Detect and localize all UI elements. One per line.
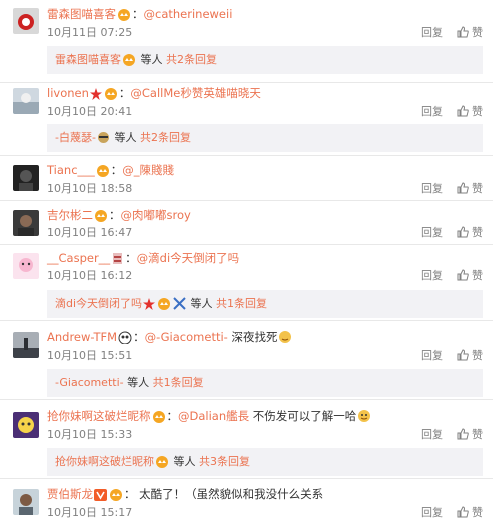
comment-time: 10月10日 20:41: [47, 105, 133, 118]
thumb-up-icon: [457, 428, 469, 444]
comment-time: 10月10日 18:58: [47, 182, 133, 195]
like-button[interactable]: 赞: [457, 105, 483, 118]
avatar[interactable]: [13, 210, 39, 236]
comment-time: 10月10日 15:33: [47, 428, 133, 441]
medal-badge-icon: [111, 252, 124, 269]
avatar[interactable]: [13, 88, 39, 114]
comment-time: 10月10日 15:51: [47, 349, 133, 362]
reply-button[interactable]: 回复: [421, 226, 443, 239]
comment-mention[interactable]: @Dalian艦長: [178, 409, 249, 423]
reply-button[interactable]: 回复: [421, 506, 443, 519]
reply-summary[interactable]: -Giacometti- 等人 共1条回复: [47, 369, 483, 397]
reply-button[interactable]: 回复: [421, 349, 443, 362]
comment-username[interactable]: 吉尔彬二: [47, 208, 93, 222]
divider: [0, 82, 493, 83]
vip-crown-icon: [117, 8, 131, 25]
comment-content: 太酷了！（虽然貌似和我没什么关系: [135, 487, 324, 501]
avatar[interactable]: [13, 412, 39, 438]
comment-time: 10月10日 15:17: [47, 506, 133, 519]
comment-username[interactable]: 雷森图喵喜客: [47, 7, 116, 21]
like-button[interactable]: 赞: [457, 428, 483, 441]
comment-username[interactable]: Andrew-TFM: [47, 330, 117, 344]
thumb-up-icon: [457, 226, 469, 242]
divider: [0, 200, 493, 201]
reply-button[interactable]: 回复: [421, 269, 443, 282]
comment-time: 10月11日 07:25: [47, 26, 133, 39]
comment-mention[interactable]: @-Giacometti-: [145, 330, 228, 344]
avatar[interactable]: [13, 332, 39, 358]
avatar[interactable]: [13, 489, 39, 515]
divider: [0, 399, 493, 400]
vip-crown-icon: [122, 49, 136, 77]
thumb-up-icon: [457, 269, 469, 285]
reply-summary[interactable]: 雷森图喵喜客 等人 共2条回复: [47, 46, 483, 74]
reply-summary[interactable]: -白蔑瑟- 等人 共2条回复: [47, 124, 483, 152]
thumb-up-icon: [457, 182, 469, 198]
comment-mention[interactable]: @_陳賤賤: [122, 163, 174, 177]
star-badge-icon: [89, 88, 102, 104]
comment-mention[interactable]: @CallMe秒赞英雄喵晓天: [130, 86, 260, 100]
divider: [0, 244, 493, 245]
reply-summary[interactable]: 滴di今天倒闭了吗 等人 共1条回复: [47, 290, 483, 318]
reply-button[interactable]: 回复: [421, 26, 443, 39]
like-button[interactable]: 赞: [457, 26, 483, 39]
vip-crown-icon: [104, 87, 118, 104]
comment-username[interactable]: 贾伯斯龙: [47, 487, 93, 501]
comment-mention[interactable]: @catherineweii: [144, 7, 233, 21]
like-button[interactable]: 赞: [457, 226, 483, 239]
vip-crown-icon: [94, 209, 108, 226]
comment-time: 10月10日 16:12: [47, 269, 133, 282]
comment-username[interactable]: 抢你妹啊这破烂昵称: [47, 409, 151, 423]
star-badge-icon: [143, 293, 156, 321]
comment-mention[interactable]: @滴di今天倒闭了吗: [137, 251, 240, 265]
vip-crown-icon: [109, 488, 123, 505]
divider: [0, 320, 493, 321]
like-button[interactable]: 赞: [457, 349, 483, 362]
vip-badge-icon: [94, 489, 107, 505]
vip-crown-icon: [152, 410, 166, 427]
comment-list: 雷森图喵喜客 ：@catherineweii 10月11日 07:25 回复赞 雷…: [0, 0, 493, 521]
vip-crown-icon: [155, 451, 169, 479]
comment-username[interactable]: __Casper__: [47, 251, 110, 265]
thumb-up-icon: [457, 506, 469, 522]
vip-crown-icon: [157, 293, 171, 321]
comment-time: 10月10日 16:47: [47, 226, 133, 239]
emoji-icon: [118, 331, 132, 348]
comment-content: 不伤发可以了解一哈: [249, 409, 357, 423]
avatar[interactable]: [13, 253, 39, 279]
emoji-icon: [97, 127, 110, 155]
reply-button[interactable]: 回复: [421, 428, 443, 441]
reply-button[interactable]: 回复: [421, 105, 443, 118]
reply-summary[interactable]: 抢你妹啊这破烂昵称 等人 共3条回复: [47, 448, 483, 476]
vip-crown-icon: [96, 164, 110, 181]
thumb-up-icon: [457, 349, 469, 365]
avatar[interactable]: [13, 8, 39, 34]
emoji-icon: [357, 409, 371, 427]
like-button[interactable]: 赞: [457, 269, 483, 282]
comment-username[interactable]: livonen: [47, 86, 89, 100]
thumb-up-icon: [457, 105, 469, 121]
emoji-icon: [278, 330, 292, 348]
divider: [0, 155, 493, 156]
divider: [0, 478, 493, 479]
emoji-icon: [173, 293, 186, 321]
thumb-up-icon: [457, 26, 469, 42]
comment-content: 深夜找死: [227, 330, 278, 344]
reply-button[interactable]: 回复: [421, 182, 443, 195]
like-button[interactable]: 赞: [457, 506, 483, 519]
avatar[interactable]: [13, 165, 39, 191]
comment-mention[interactable]: @肉嘟嘟sroy: [121, 208, 191, 222]
like-button[interactable]: 赞: [457, 182, 483, 195]
comment-username[interactable]: Tianc___: [47, 163, 95, 177]
